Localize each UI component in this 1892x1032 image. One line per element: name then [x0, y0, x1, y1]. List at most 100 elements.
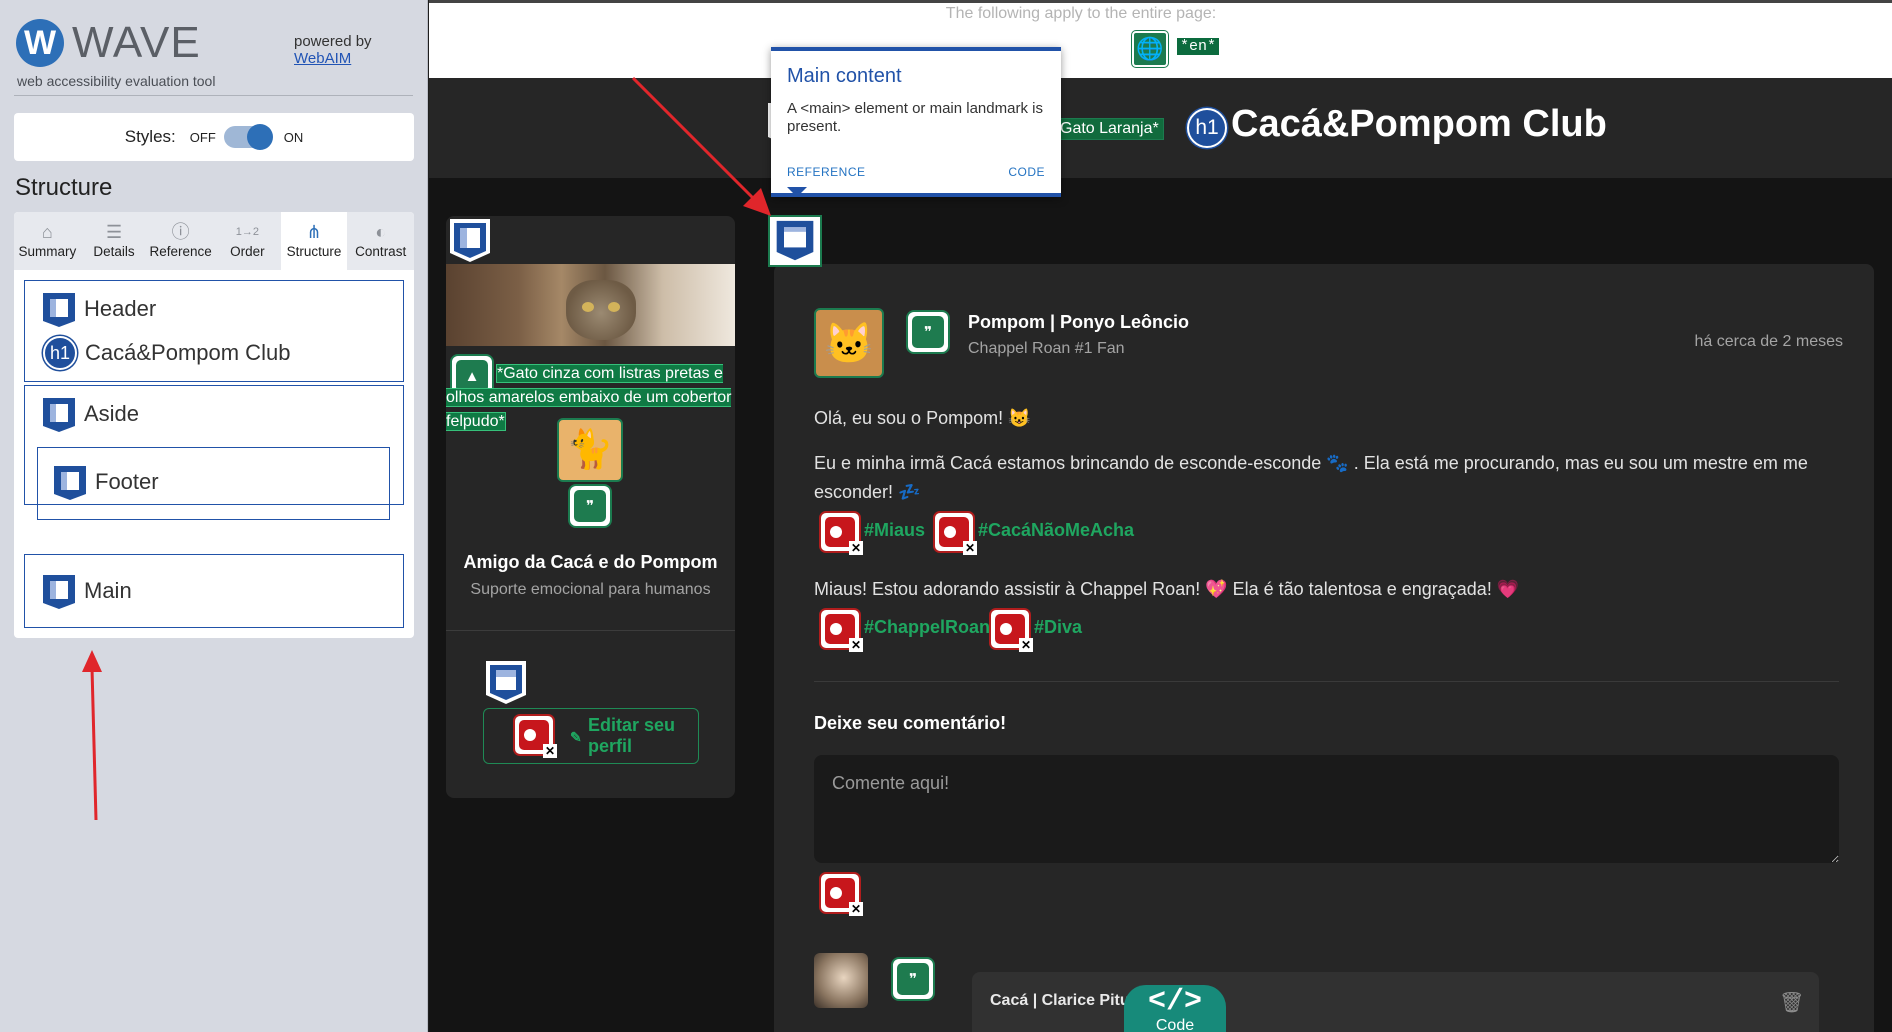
hashtag-link[interactable]: #ChappelRoan: [864, 617, 990, 638]
landmark-icon: [43, 398, 75, 432]
comment-title: Deixe seu comentário!: [814, 713, 1007, 733]
image-alt-icon[interactable]: ❞: [906, 310, 950, 354]
tooltip-code-link[interactable]: CODE: [1008, 165, 1045, 179]
structure-panel: ⌂ Summary ☰ Details ⓘ Reference 1→2 Order ⋔ S…: [14, 212, 414, 638]
structure-header-region[interactable]: Header h1 Cacá&Pompom Club: [24, 280, 404, 382]
styles-off-label: OFF: [189, 129, 216, 145]
tooltip-reference-link[interactable]: REFERENCE: [787, 165, 866, 179]
aside-divider: [446, 630, 735, 631]
structure-footer-region[interactable]: Footer: [37, 447, 390, 520]
post-paragraph: Miaus! Estou adorando assistir à Chappel…: [814, 579, 1520, 599]
styles-toggle-box: Styles: OFF ON: [14, 113, 414, 161]
structure-header-label: Header: [84, 296, 157, 321]
structure-footer-label: Footer: [95, 469, 159, 494]
home-icon: ⌂: [41, 222, 53, 242]
landmark-icon: [43, 293, 75, 327]
red-arrow-up: [82, 650, 102, 821]
aside-landmark-icon[interactable]: [446, 216, 494, 266]
structure-icon: ⋔: [306, 222, 322, 242]
reply-author: Cacá | Clarice Pituc: [990, 992, 1139, 1009]
h1-badge: h1: [1187, 108, 1227, 148]
cat-banner-image: [446, 264, 735, 346]
wave-logo-text: WAVE: [72, 18, 201, 67]
tab-structure[interactable]: ⋔ Structure: [280, 212, 348, 270]
wave-tagline: web accessibility evaluation tool: [17, 73, 216, 89]
error-icon[interactable]: ✕: [513, 714, 557, 758]
styles-label: Styles:: [124, 127, 176, 146]
globe-icon[interactable]: 🌐: [1132, 31, 1168, 67]
hashtag-link[interactable]: #Miaus: [864, 520, 925, 541]
styles-toggle[interactable]: [223, 124, 273, 150]
edit-profile-label: Editar seu perfil: [588, 715, 676, 756]
post-author-sub: Chappel Roan #1 Fan: [968, 340, 1125, 357]
tab-reference[interactable]: ⓘ Reference: [147, 212, 214, 270]
hashtag-link[interactable]: #CacáNãoMeAcha: [978, 520, 1134, 541]
structure-aside-row[interactable]: Aside: [25, 392, 403, 436]
wave-logo[interactable]: W WAVE: [16, 18, 201, 68]
error-icon[interactable]: ✕: [989, 608, 1033, 652]
styles-on-label: ON: [283, 129, 304, 145]
tooltip-title: Main content: [787, 65, 902, 87]
post-avatar: 🐱: [814, 308, 884, 378]
site-title: Cacá&Pompom Club: [1231, 103, 1607, 145]
tab-summary[interactable]: ⌂ Summary: [14, 212, 81, 270]
structure-main-region[interactable]: Main: [24, 554, 404, 628]
reply-avatar: [814, 953, 868, 1008]
structure-header-row[interactable]: Header: [25, 287, 403, 331]
h1-marker[interactable]: h1: [1187, 108, 1227, 148]
wave-sidebar: W WAVE web accessibility evaluation tool…: [0, 0, 428, 1032]
landmark-icon: [776, 220, 814, 261]
divider: [14, 95, 413, 96]
section-title: Structure: [15, 174, 113, 201]
landmark-icon: [54, 466, 86, 500]
pencil-icon: ✎: [570, 729, 582, 745]
order-icon: 1→2: [235, 226, 259, 238]
post-paragraph: Eu e minha irmã Cacá estamos brincando d…: [814, 453, 1808, 502]
structure-aside-region[interactable]: Aside Footer: [24, 385, 404, 520]
tab-contrast[interactable]: ◐ Contrast: [347, 212, 414, 270]
tab-details[interactable]: ☰ Details: [81, 212, 148, 270]
contrast-icon: ◐: [375, 222, 387, 242]
code-button[interactable]: </> Code: [1124, 985, 1226, 1032]
language-tag: *en*: [1177, 38, 1220, 55]
post-author: Pompom | Ponyo Leôncio: [968, 312, 1190, 332]
post-divider: [814, 681, 1839, 682]
page-area: The following apply to the entire page: …: [429, 0, 1892, 1032]
wave-logo-icon: W: [16, 19, 64, 67]
structure-aside-label: Aside: [84, 401, 140, 426]
profile-sub: Suporte emocional para humanos: [470, 581, 711, 598]
alt-text-tag: Gato Laranja*: [1055, 118, 1164, 140]
webaim-link[interactable]: WebAIM: [294, 50, 372, 67]
image-alt-icon[interactable]: ❞: [568, 484, 612, 528]
code-icon: </>: [1147, 985, 1202, 1019]
profile-name: Amigo da Cacá e do Pompom: [463, 552, 718, 572]
structure-main-row[interactable]: Main: [25, 569, 403, 613]
main-content-tooltip: Main content A <main> element or main la…: [771, 47, 1061, 197]
trash-icon[interactable]: 🗑: [1779, 990, 1804, 1015]
main-landmark-icon[interactable]: [768, 215, 822, 267]
tooltip-body: A <main> element or main landmark is pre…: [787, 100, 1043, 135]
structure-main-label: Main: [84, 578, 132, 603]
error-icon[interactable]: ✕: [819, 511, 863, 555]
label-error-icon[interactable]: ✕: [819, 872, 863, 916]
powered-by-text: powered by: [294, 33, 372, 50]
structure-footer-row[interactable]: Footer: [38, 460, 389, 504]
main-card: [774, 264, 1874, 1032]
error-icon[interactable]: ✕: [933, 511, 977, 555]
footer-landmark-icon[interactable]: [482, 658, 530, 708]
structure-h1-label: Cacá&Pompom Club: [85, 340, 291, 365]
h1-badge: h1: [43, 336, 77, 370]
image-alt-icon[interactable]: ❞: [891, 957, 935, 1001]
hashtag-link[interactable]: #Diva: [1034, 617, 1082, 638]
comment-input[interactable]: [814, 755, 1839, 863]
tab-order[interactable]: 1→2 Order: [214, 212, 281, 270]
list-icon: ☰: [105, 222, 123, 242]
profile-avatar: 🐈: [557, 418, 623, 482]
apply-text: The following apply to the entire page:: [945, 5, 1217, 22]
structure-h1-row[interactable]: h1 Cacá&Pompom Club: [25, 331, 403, 375]
powered-by: powered by WebAIM: [294, 33, 372, 67]
post-paragraph: Olá, eu sou o Pompom! 😺: [814, 408, 1031, 428]
wave-tabs: ⌂ Summary ☰ Details ⓘ Reference 1→2 Order ⋔ S…: [14, 212, 414, 270]
error-icon[interactable]: ✕: [819, 608, 863, 652]
landmark-icon: [43, 575, 75, 609]
